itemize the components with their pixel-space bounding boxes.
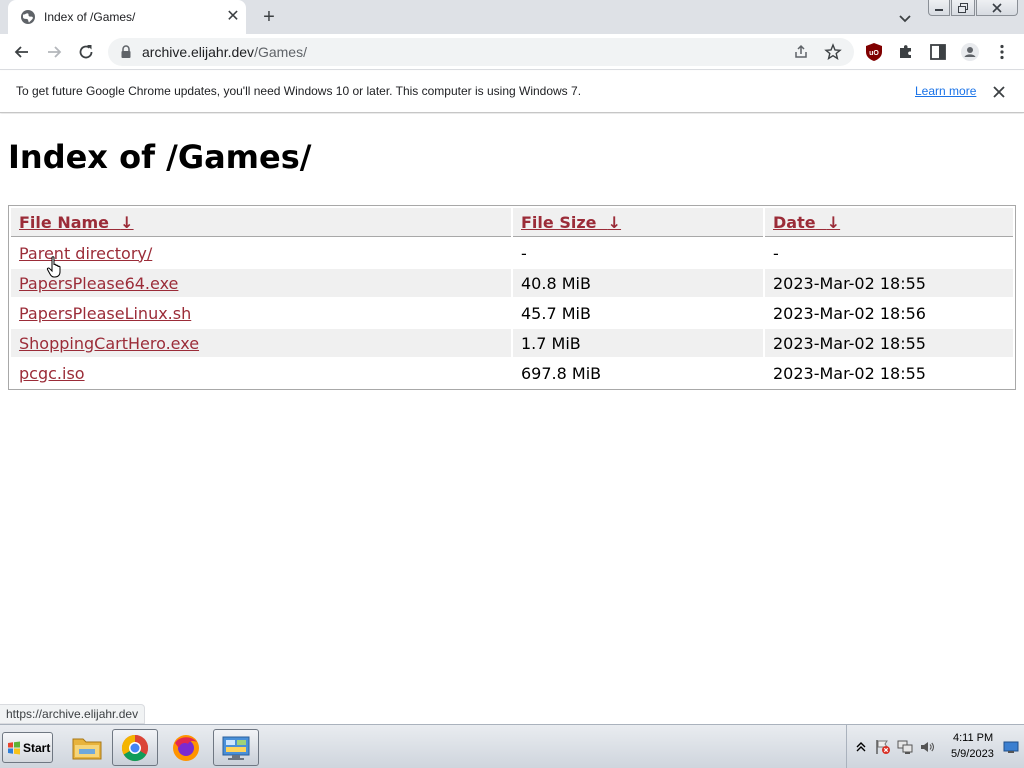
page-title: Index of /Games/ — [8, 138, 312, 176]
browser-toolbar: archive.elijahr.dev/Games/ uO — [0, 34, 1024, 70]
file-date-cell: 2023-Mar-02 18:55 — [765, 329, 1013, 357]
tab-strip: Index of /Games/ ✕ + — [0, 0, 1024, 34]
file-size-cell: 697.8 MiB — [521, 363, 602, 383]
side-panel-icon[interactable] — [928, 42, 948, 62]
file-date-cell: 2023-Mar-02 18:56 — [773, 303, 926, 323]
start-label: Start — [23, 741, 51, 755]
table-header-row: File Name ↓ File Size ↓ Date ↓ — [11, 208, 1013, 237]
link-status-bubble: https://archive.elijahr.dev — [0, 704, 146, 724]
file-link[interactable]: PapersPlease64.exe — [19, 274, 178, 293]
column-header-file-name: File Name ↓ — [11, 208, 511, 237]
file-date-cell: 2023-Mar-02 18:55 — [765, 269, 1013, 297]
parent-directory-link[interactable]: Parent directory/ — [19, 244, 152, 263]
clock-date[interactable]: 5/9/2023 — [951, 748, 994, 760]
taskbar-app-control-panel[interactable] — [213, 729, 259, 766]
hand-cursor-icon — [46, 256, 61, 278]
minimize-icon — [935, 8, 943, 11]
back-arrow-icon[interactable] — [12, 42, 32, 62]
file-name-cell: Parent directory/ — [11, 239, 511, 267]
show-desktop-icon[interactable] — [1003, 739, 1019, 755]
profile-avatar-icon[interactable] — [960, 42, 980, 62]
infobar-close-icon[interactable] — [990, 83, 1008, 101]
tab-active[interactable]: Index of /Games/ ✕ — [8, 0, 246, 34]
extensions-puzzle-icon[interactable] — [896, 42, 916, 62]
volume-icon[interactable] — [919, 739, 935, 755]
tab-search-chevron-icon[interactable] — [896, 9, 914, 27]
start-button[interactable]: Start — [2, 732, 53, 763]
share-icon[interactable] — [792, 43, 810, 61]
windows-taskbar: Start 4:11 PM 5/9/2023 — [0, 724, 1024, 768]
update-infobar: To get future Google Chrome updates, you… — [0, 71, 1024, 113]
sort-by-size-link[interactable]: File Size ↓ — [521, 213, 621, 232]
file-name-cell: PapersPlease64.exe — [11, 269, 511, 297]
taskbar-app-firefox[interactable] — [163, 729, 209, 766]
taskbar-app-chrome[interactable] — [112, 729, 158, 766]
folder-icon — [72, 738, 102, 759]
minimize-button[interactable] — [928, 0, 950, 16]
file-date-cell: - — [773, 243, 779, 263]
file-date-cell: 2023-Mar-02 18:55 — [773, 363, 926, 383]
menu-kebab-icon[interactable] — [992, 42, 1012, 62]
learn-more-link[interactable]: Learn more — [915, 84, 976, 98]
infobar-message: To get future Google Chrome updates, you… — [16, 84, 582, 98]
url-path: /Games/ — [254, 44, 307, 60]
sort-by-name-link[interactable]: File Name ↓ — [19, 213, 134, 232]
network-icon[interactable] — [897, 739, 913, 755]
tab-title: Index of /Games/ — [44, 10, 136, 24]
chrome-icon — [121, 734, 149, 761]
url-host: archive.elijahr.dev — [142, 44, 255, 60]
bookmark-star-icon[interactable] — [824, 43, 842, 61]
page-content: Index of /Games/ File Name ↓ File Size ↓… — [0, 114, 1024, 724]
windows-logo-icon — [8, 741, 20, 755]
file-listing-table: File Name ↓ File Size ↓ Date ↓ Parent di… — [8, 205, 1016, 390]
browser-window: Index of /Games/ ✕ + archive.elijahr.dev… — [0, 0, 1024, 768]
file-link[interactable]: pcgc.iso — [19, 364, 85, 383]
file-link[interactable]: ShoppingCartHero.exe — [19, 334, 199, 353]
show-hidden-icons-chevron-icon[interactable] — [853, 739, 869, 755]
file-name-cell: PapersPleaseLinux.sh — [11, 299, 511, 327]
taskbar-app-explorer[interactable] — [64, 729, 110, 766]
address-bar[interactable]: archive.elijahr.dev/Games/ — [108, 38, 854, 66]
restore-icon — [958, 2, 968, 13]
control-panel-icon — [222, 736, 250, 760]
forward-arrow-icon[interactable] — [44, 42, 64, 62]
ublock-origin-icon[interactable]: uO — [864, 42, 884, 62]
lock-icon[interactable] — [120, 45, 132, 59]
tab-close-icon[interactable]: ✕ — [224, 8, 242, 26]
file-name-cell: ShoppingCartHero.exe — [11, 329, 511, 357]
action-center-flag-icon[interactable] — [875, 739, 891, 755]
new-tab-button[interactable]: + — [258, 6, 280, 28]
column-header-file-size: File Size ↓ — [513, 208, 763, 237]
reload-icon[interactable] — [76, 42, 96, 62]
table-row: PapersPleaseLinux.sh 45.7 MiB 2023-Mar-0… — [11, 299, 1013, 327]
column-header-date: Date ↓ — [765, 208, 1013, 237]
file-size-cell: 1.7 MiB — [513, 329, 763, 357]
file-size-cell: - — [521, 243, 527, 263]
firefox-icon — [173, 734, 199, 761]
svg-text:uO: uO — [869, 50, 879, 57]
table-row: ShoppingCartHero.exe 1.7 MiB 2023-Mar-02… — [11, 329, 1013, 357]
close-icon — [992, 2, 1002, 13]
table-row: PapersPlease64.exe 40.8 MiB 2023-Mar-02 … — [11, 269, 1013, 297]
system-tray: 4:11 PM 5/9/2023 — [846, 725, 1024, 768]
clock-time[interactable]: 4:11 PM — [953, 732, 993, 744]
table-row: pcgc.iso 697.8 MiB 2023-Mar-02 18:55 — [11, 359, 1013, 387]
restore-button[interactable] — [951, 0, 975, 16]
globe-icon — [21, 10, 35, 24]
close-window-button[interactable] — [976, 0, 1018, 16]
file-size-cell: 40.8 MiB — [513, 269, 763, 297]
file-size-cell: 45.7 MiB — [521, 303, 591, 323]
table-row: Parent directory/ - - — [11, 239, 1013, 267]
file-link[interactable]: PapersPleaseLinux.sh — [19, 304, 191, 323]
file-name-cell: pcgc.iso — [11, 359, 511, 387]
sort-by-date-link[interactable]: Date ↓ — [773, 213, 840, 232]
url-text[interactable]: archive.elijahr.dev/Games/ — [142, 44, 307, 60]
